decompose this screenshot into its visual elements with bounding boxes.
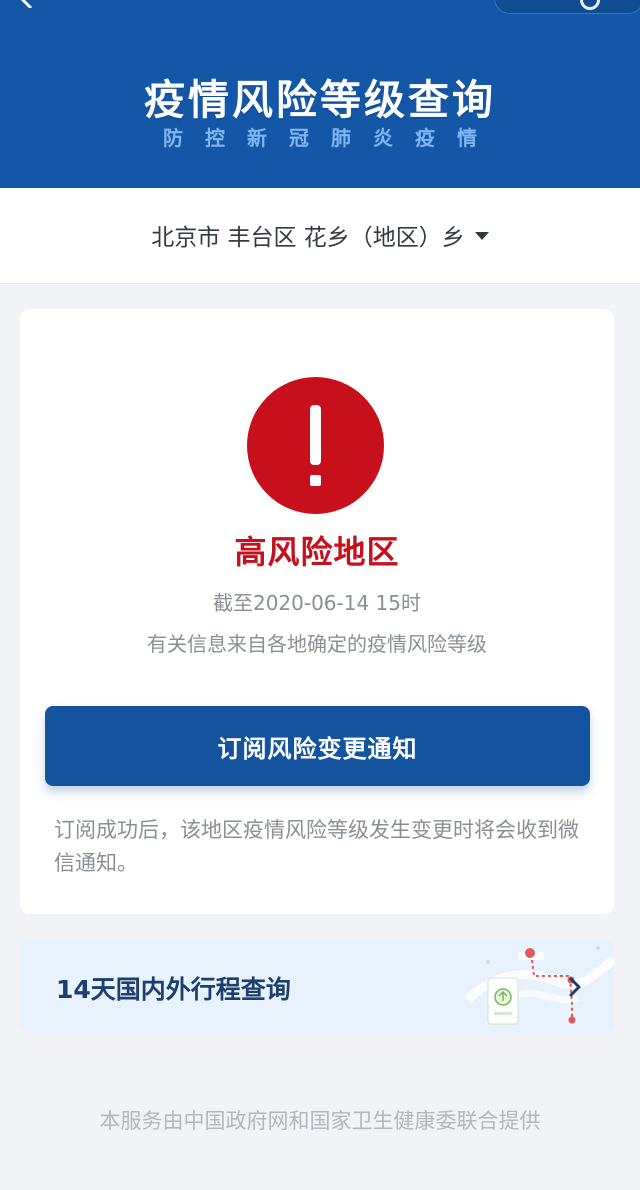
source-note: 有关信息来自各地确定的疫情风险等级	[147, 632, 487, 656]
footer-note: 本服务由中国政府网和国家卫生健康委联合提供	[99, 1109, 541, 1133]
update-time: 截至2020-06-14 15时	[212, 591, 422, 615]
region-selector[interactable]: 北京市 丰台区 花乡（地区）乡	[0, 188, 640, 284]
back-icon[interactable]	[18, 0, 36, 8]
alert-icon	[247, 377, 384, 514]
mini-program-capsule[interactable]	[494, 0, 640, 14]
page-header: 疫情风险等级查询 防控新冠肺炎疫情	[0, 0, 640, 188]
risk-card: 高风险地区 截至2020-06-14 15时 有关信息来自各地确定的疫情风险等级…	[20, 309, 614, 914]
subscribe-button[interactable]: 订阅风险变更通知	[45, 706, 590, 786]
region-selector-label[interactable]: 北京市 丰台区 花乡（地区）乡	[0, 218, 640, 252]
dropdown-caret-icon	[474, 231, 489, 240]
trip-query-label: 14天国内外行程查询	[56, 975, 291, 1004]
page-title: 疫情风险等级查询	[144, 76, 496, 124]
risk-level: 高风险地区	[234, 533, 400, 571]
page-subtitle: 防控新冠肺炎疫情	[163, 126, 499, 150]
chevron-right-icon[interactable]	[568, 976, 582, 998]
region-name: 北京市 丰台区 花乡（地区）乡	[151, 225, 465, 251]
map-route-icon	[464, 946, 614, 1025]
subscribe-note: 订阅成功后，该地区疫情风险等级发生变更时将会收到微信通知。	[54, 818, 579, 875]
trip-query-card[interactable]: 14天国内外行程查询	[20, 940, 614, 1034]
